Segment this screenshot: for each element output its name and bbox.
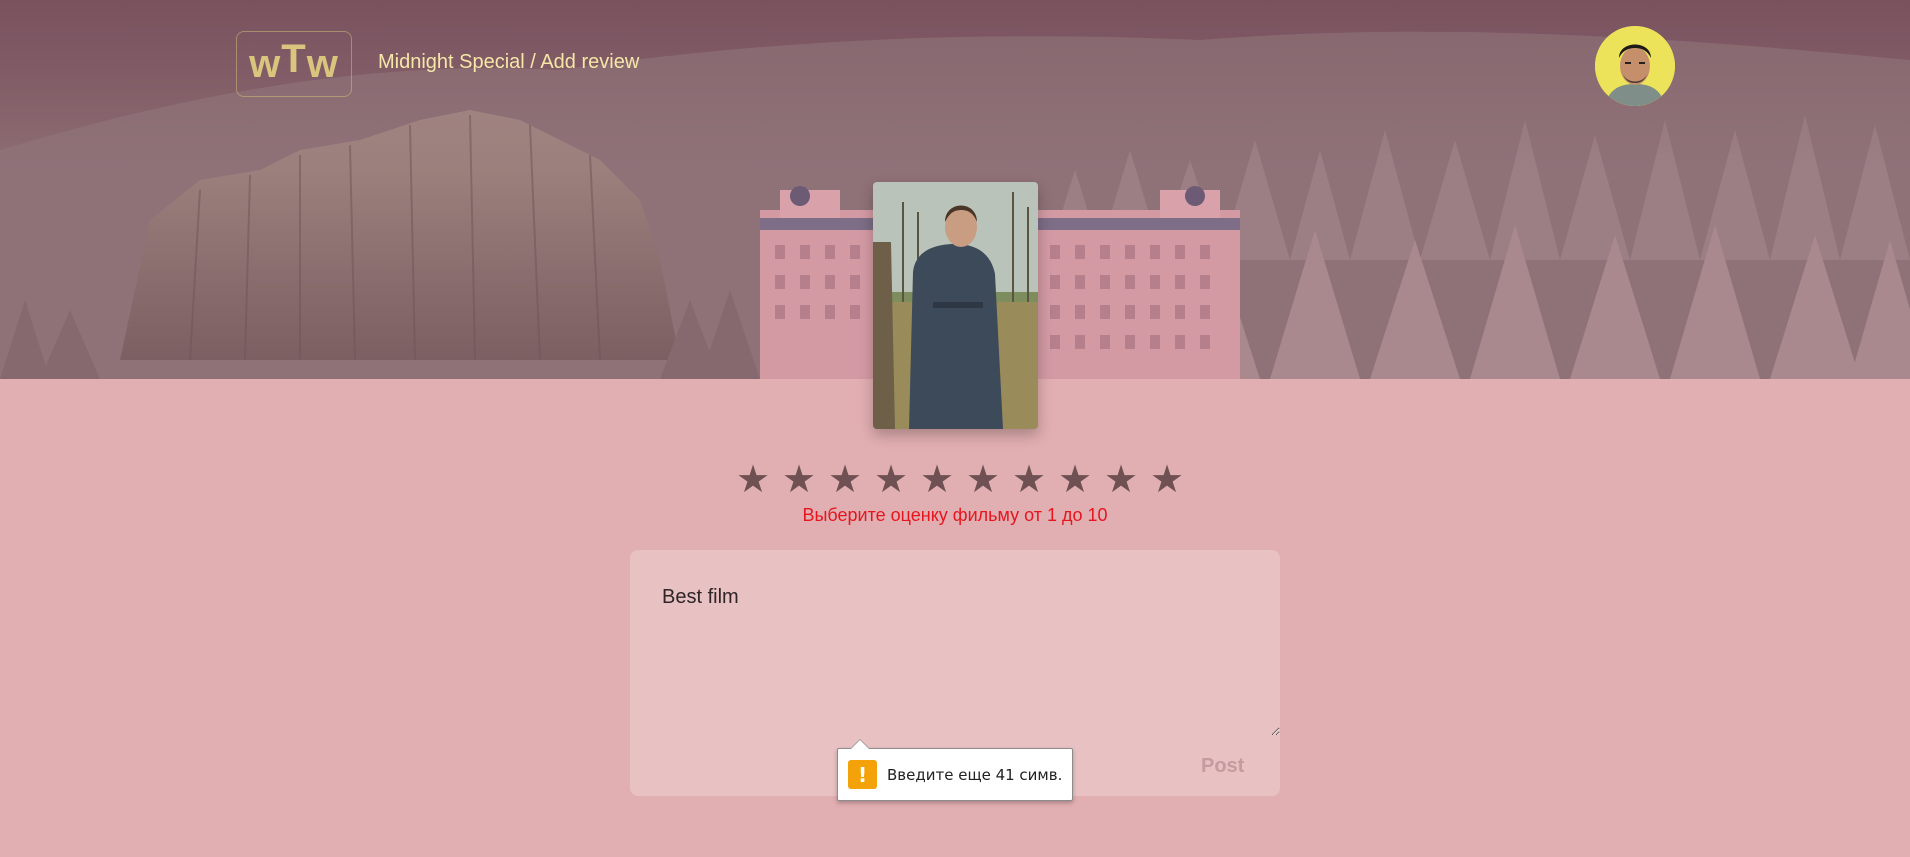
breadcrumb: Midnight Special / Add review: [378, 51, 639, 74]
rating-error-message: Выберите оценку фильму от 1 до 10: [802, 505, 1108, 525]
review-text-input[interactable]: [630, 550, 1280, 736]
validation-tooltip: ! Введите еще 41 симв.: [837, 739, 1073, 801]
validation-message: Введите еще 41 симв.: [887, 765, 1063, 784]
rating-star-1[interactable]: ★: [730, 456, 776, 502]
rating-star-2[interactable]: ★: [776, 456, 822, 502]
breadcrumb-movie-link[interactable]: Midnight Special: [378, 51, 525, 73]
rating-star-8[interactable]: ★: [1052, 456, 1098, 502]
warning-icon: !: [848, 760, 877, 789]
tooltip-arrow: [850, 739, 870, 749]
logo-letter: w: [306, 41, 339, 86]
rating-star-10[interactable]: ★: [1144, 456, 1190, 502]
star-rating: ★ ★ ★ ★ ★ ★ ★ ★ ★ ★: [730, 456, 1190, 506]
logo-letter: w: [249, 41, 282, 86]
rating-star-4[interactable]: ★: [868, 456, 914, 502]
breadcrumb-separator: /: [524, 51, 541, 73]
rating-star-9[interactable]: ★: [1098, 456, 1144, 502]
poster-artwork: [873, 182, 1038, 429]
avatar-portrait: [1595, 26, 1675, 106]
post-button[interactable]: Post: [1195, 754, 1250, 779]
rating-star-6[interactable]: ★: [960, 456, 1006, 502]
rating-star-3[interactable]: ★: [822, 456, 868, 502]
rating-star-7[interactable]: ★: [1006, 456, 1052, 502]
movie-poster-image: [873, 182, 1038, 429]
rating-star-5[interactable]: ★: [914, 456, 960, 502]
logo-home-link[interactable]: w T w: [236, 31, 352, 97]
breadcrumb-current: Add review: [540, 51, 640, 73]
logo-letter: T: [281, 36, 307, 81]
user-avatar-icon[interactable]: [1595, 26, 1675, 106]
